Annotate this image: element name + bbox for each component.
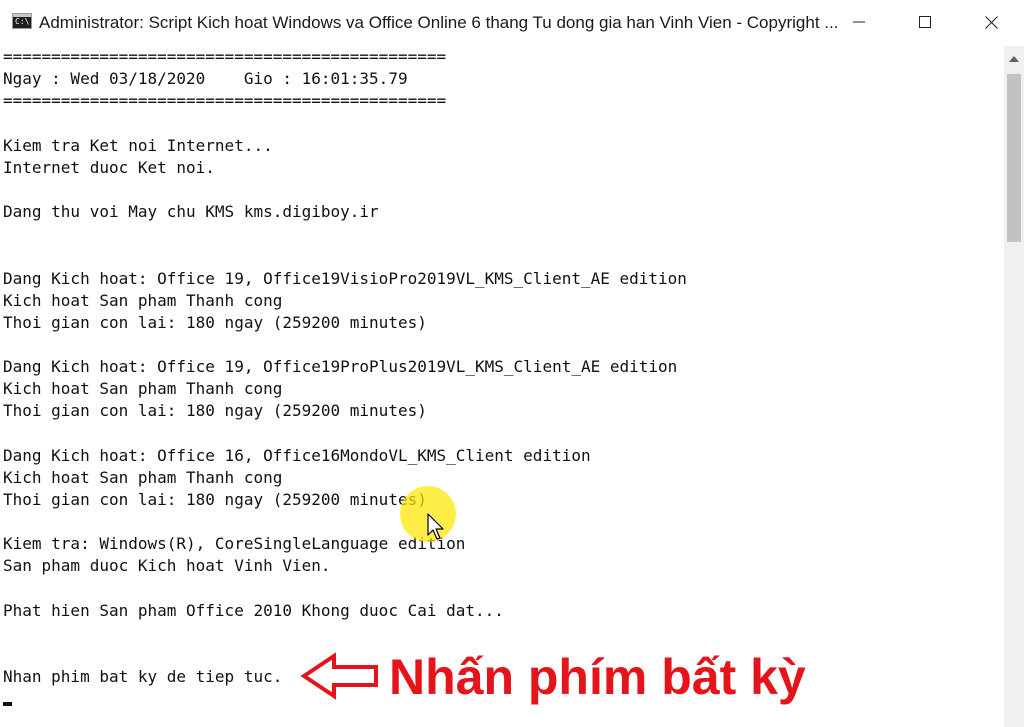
console-line: Internet duoc Ket noi. (3, 157, 215, 177)
text-cursor (3, 702, 12, 706)
close-button[interactable] (958, 0, 1024, 44)
title-bar[interactable]: C:\ Administrator: Script Kich hoat Wind… (0, 0, 1024, 47)
scroll-up-icon (1009, 56, 1019, 62)
minimize-button[interactable] (826, 0, 892, 44)
maximize-icon (919, 16, 931, 28)
console-line: ========================================… (3, 47, 447, 66)
console-line: Ngay : Wed 03/18/2020 Gio : 16:01:35.79 (3, 69, 408, 89)
console-line: Thoi gian con lai: 180 ngay (259200 minu… (3, 401, 427, 421)
console-line: Dang Kich hoat: Office 16, Office16Mondo… (3, 445, 591, 465)
left-arrow-icon (300, 652, 378, 700)
window-title: Administrator: Script Kich hoat Windows … (39, 13, 839, 32)
console-line: Kiem tra Ket noi Internet... (3, 135, 273, 155)
console-line: Thoi gian con lai: 180 ngay (259200 minu… (3, 312, 427, 332)
console-line: Kiem tra: Windows(R), CoreSingleLanguage… (3, 534, 466, 554)
scroll-up-button[interactable] (1004, 46, 1024, 72)
annotation-text: Nhấn phím bất kỳ (389, 649, 806, 705)
maximize-button[interactable] (892, 0, 958, 44)
mouse-pointer-icon (427, 513, 444, 540)
cmd-icon-glyph: C:\ (15, 17, 30, 26)
console-line: Phat hien San pham Office 2010 Khong duo… (3, 600, 504, 620)
console-output[interactable]: ========================================… (0, 46, 1004, 727)
console-line: Nhan phim bat ky de tiep tuc. (3, 667, 283, 687)
console-line: Dang Kich hoat: Office 19, Office19Visio… (3, 268, 687, 288)
close-icon (984, 15, 998, 29)
scroll-thumb[interactable] (1007, 74, 1021, 242)
minimize-icon (853, 21, 865, 23)
vertical-scrollbar[interactable] (1004, 46, 1024, 727)
console-line: Kich hoat San pham Thanh cong (3, 467, 283, 487)
console-line: Kich hoat San pham Thanh cong (3, 290, 283, 310)
console-line: ========================================… (3, 91, 447, 111)
cmd-icon[interactable]: C:\ (12, 13, 32, 29)
console-line: San pham duoc Kich hoat Vinh Vien. (3, 556, 331, 576)
console-line: Kich hoat San pham Thanh cong (3, 379, 283, 399)
console-line: Dang thu voi May chu KMS kms.digiboy.ir (3, 202, 379, 222)
console-line: Thoi gian con lai: 180 ngay (259200 minu… (3, 490, 427, 509)
console-line: Dang Kich hoat: Office 19, Office19ProPl… (3, 357, 678, 377)
